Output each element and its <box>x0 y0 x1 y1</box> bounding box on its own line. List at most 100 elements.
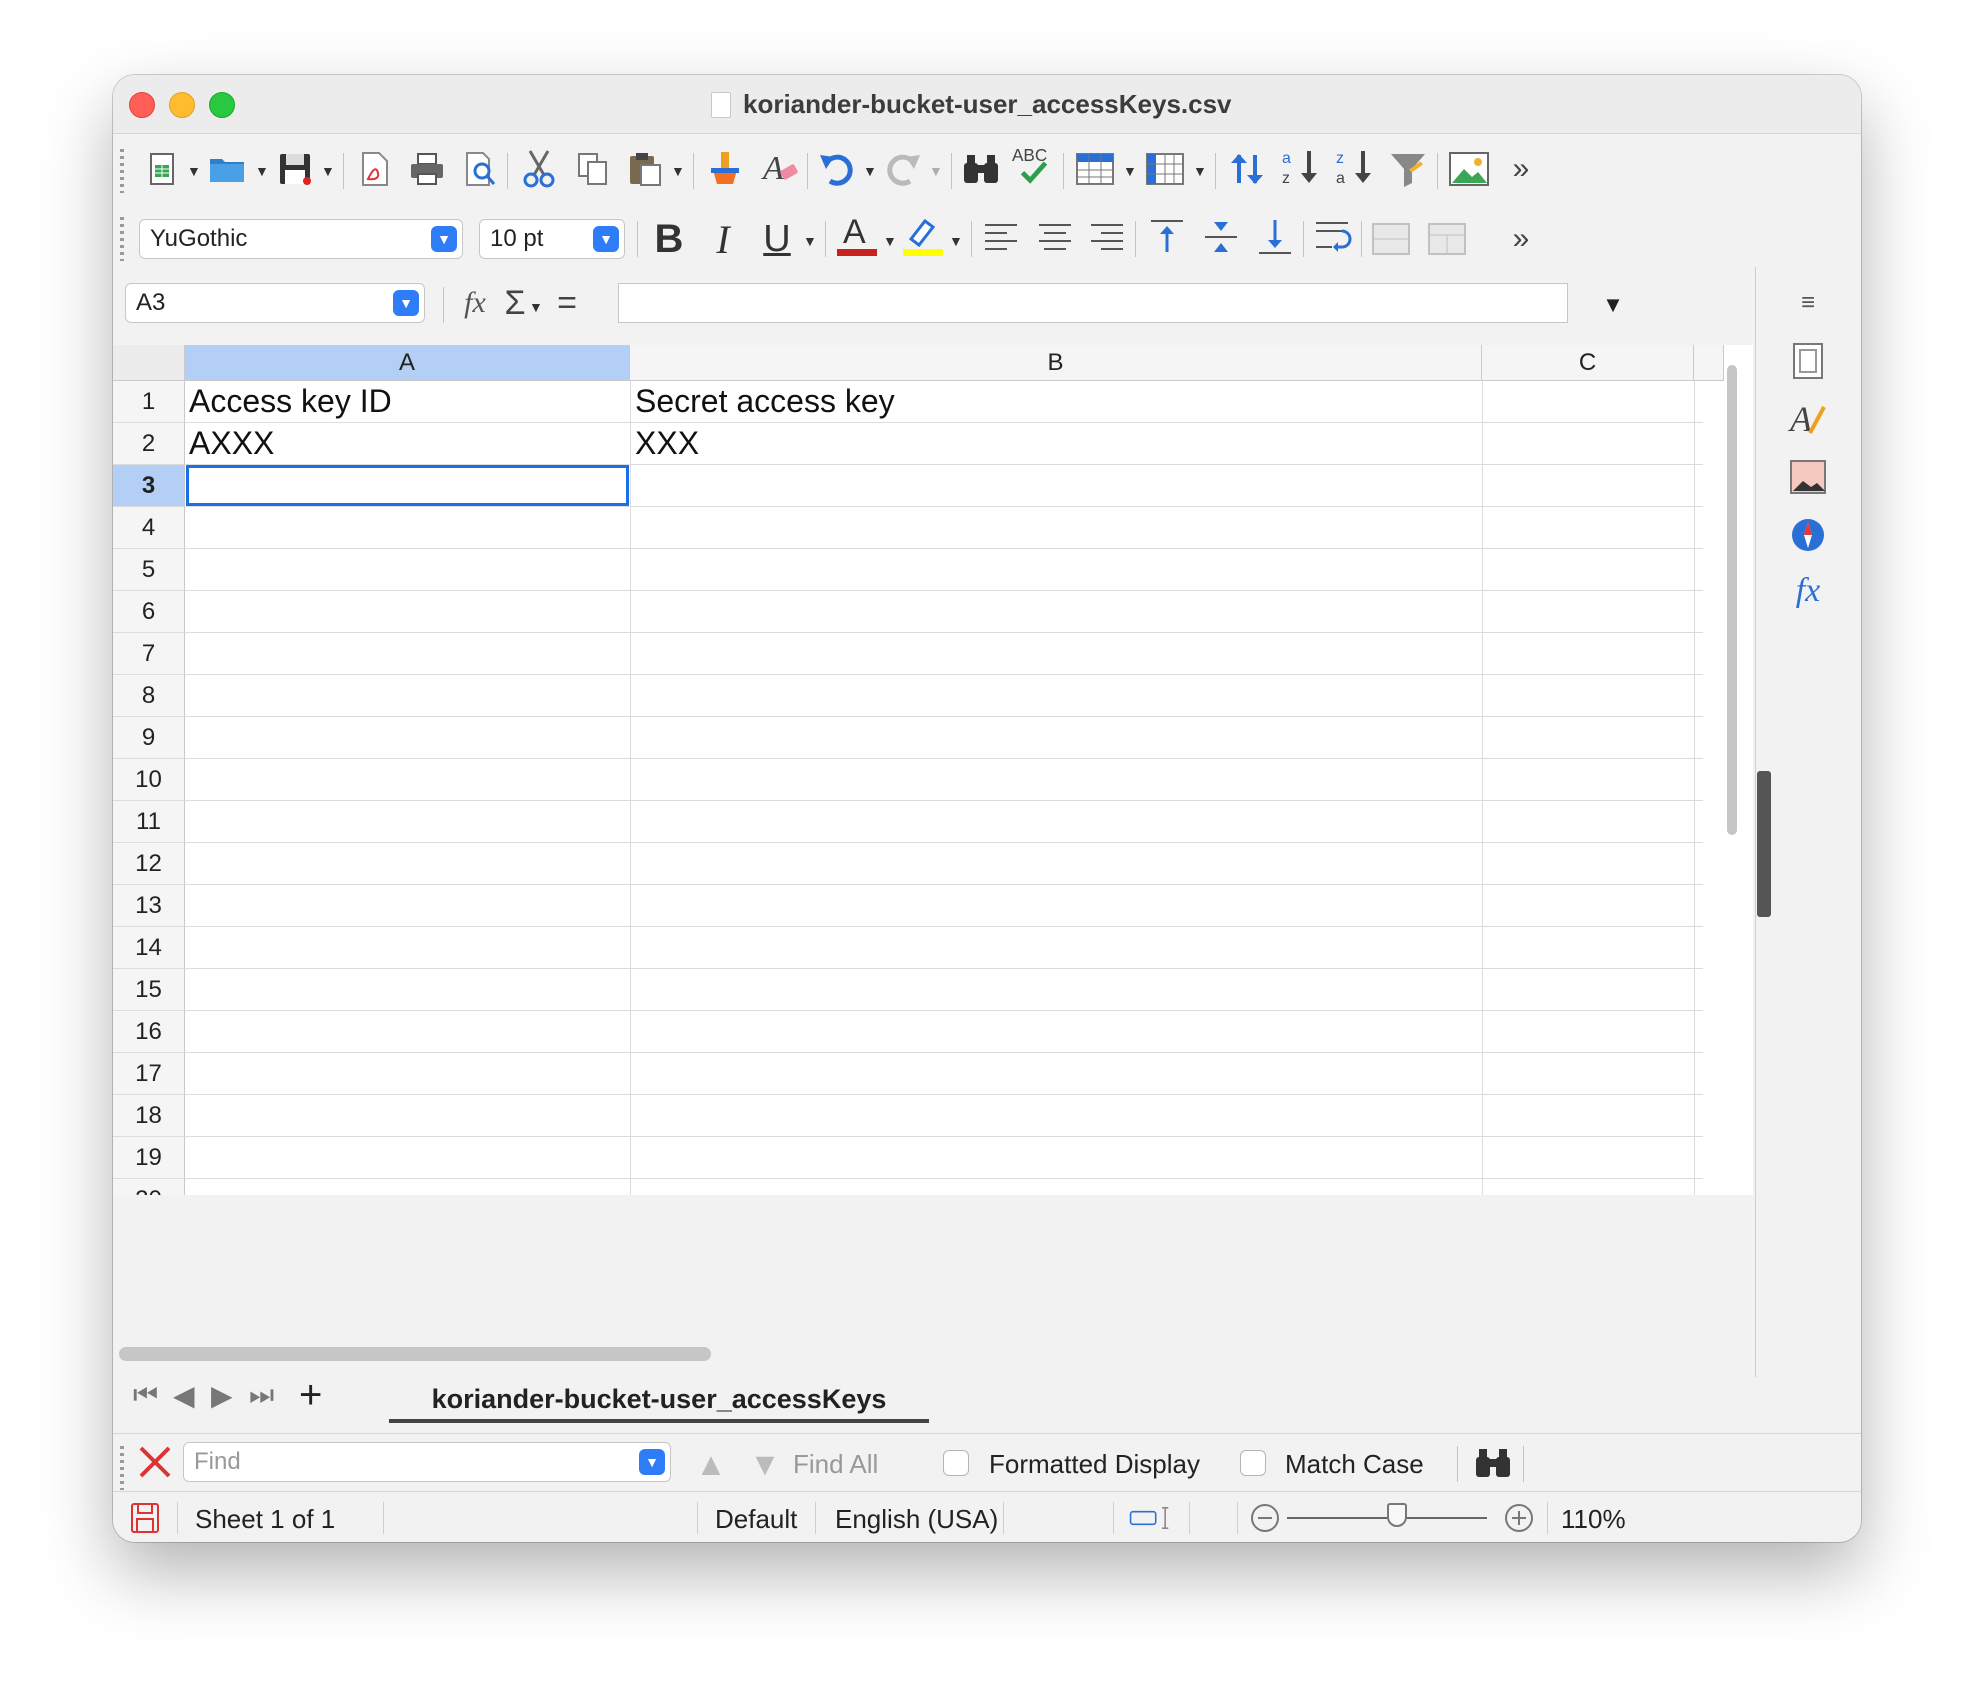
row-header[interactable]: 11 <box>113 801 185 843</box>
row-header[interactable]: 3 <box>113 465 185 507</box>
sum-dropdown-arrow[interactable]: ▼ <box>529 299 543 315</box>
highlight-dropdown-arrow[interactable]: ▼ <box>949 233 963 249</box>
row-header[interactable]: 19 <box>113 1137 185 1179</box>
minimize-window-button[interactable] <box>169 92 195 118</box>
row-header[interactable]: 7 <box>113 633 185 675</box>
name-box[interactable]: A3 ▼ <box>125 283 425 323</box>
last-sheet-icon[interactable]: ⏭ <box>249 1379 274 1412</box>
close-find-icon[interactable] <box>133 1440 177 1484</box>
zoom-slider[interactable] <box>1287 1503 1487 1527</box>
function-wizard-icon[interactable]: fx <box>453 281 497 325</box>
row-header[interactable]: 18 <box>113 1095 185 1137</box>
row-header[interactable]: 1 <box>113 381 185 423</box>
row-header[interactable]: 20 <box>113 1179 185 1195</box>
properties-icon[interactable] <box>1786 339 1830 383</box>
formula-input[interactable] <box>618 283 1568 323</box>
align-left-icon[interactable] <box>979 217 1023 261</box>
select-all-corner[interactable] <box>113 345 185 381</box>
clone-formatting-icon[interactable] <box>703 147 747 191</box>
row-icon[interactable] <box>1073 147 1117 191</box>
language[interactable]: English (USA) <box>835 1504 998 1535</box>
navigator-icon[interactable] <box>1786 513 1830 557</box>
redo-dropdown-arrow[interactable]: ▼ <box>929 163 943 179</box>
formatted-display-checkbox[interactable] <box>943 1450 969 1476</box>
chevron-down-icon[interactable]: ▼ <box>393 290 419 316</box>
save-dropdown-arrow[interactable]: ▼ <box>321 163 335 179</box>
bold-icon[interactable]: B <box>647 217 691 261</box>
row-header[interactable]: 10 <box>113 759 185 801</box>
find-next-icon[interactable]: ▼ <box>743 1442 787 1486</box>
cell-b1[interactable]: Secret access key <box>635 383 895 420</box>
find-replace-dialog-icon[interactable] <box>1471 1440 1515 1484</box>
sort-descending-icon[interactable]: za <box>1333 145 1377 189</box>
align-right-icon[interactable] <box>1085 217 1129 261</box>
merge-cells-icon[interactable] <box>1369 217 1413 261</box>
font-color-icon[interactable]: A <box>835 213 879 257</box>
font-size-box[interactable]: 10 pt ▼ <box>479 219 625 259</box>
chevron-down-icon[interactable]: ▼ <box>431 226 457 252</box>
sidebar-collapse-handle[interactable] <box>1757 771 1771 917</box>
column-icon[interactable] <box>1143 147 1187 191</box>
add-sheet-icon[interactable]: + <box>299 1373 322 1418</box>
first-sheet-icon[interactable]: ⏮ <box>133 1379 158 1412</box>
export-pdf-icon[interactable] <box>353 147 397 191</box>
redo-icon[interactable] <box>881 147 925 191</box>
doc-modified-icon[interactable] <box>123 1496 167 1540</box>
horizontal-scrollbar[interactable] <box>119 1347 711 1361</box>
autofilter-icon[interactable] <box>1387 147 1431 191</box>
page-style[interactable]: Default <box>715 1504 797 1535</box>
more-icon[interactable]: » <box>1499 147 1543 191</box>
more-icon[interactable]: » <box>1499 217 1543 261</box>
close-window-button[interactable] <box>129 92 155 118</box>
find-all-button[interactable]: Find All <box>793 1449 878 1480</box>
sheet-tab-active[interactable]: koriander-bucket-user_accessKeys <box>389 1379 929 1423</box>
undo-icon[interactable] <box>815 147 859 191</box>
font-color-dropdown-arrow[interactable]: ▼ <box>883 233 897 249</box>
sort-ascending-icon[interactable]: az <box>1279 145 1323 189</box>
active-cell-a3[interactable] <box>186 465 629 506</box>
styles-icon[interactable]: A <box>1786 397 1830 441</box>
column-header-a[interactable]: A <box>185 345 630 381</box>
underline-icon[interactable]: U <box>755 217 799 261</box>
paste-icon[interactable] <box>623 147 667 191</box>
save-icon[interactable] <box>273 147 317 191</box>
row-header[interactable]: 12 <box>113 843 185 885</box>
toolbar-grip[interactable] <box>120 1446 124 1490</box>
find-field[interactable]: Find ▼ <box>183 1442 671 1482</box>
toolbar-grip[interactable] <box>120 217 124 261</box>
font-name-box[interactable]: YuGothic ▼ <box>139 219 463 259</box>
zoom-slider-thumb[interactable] <box>1387 1503 1407 1527</box>
match-case-checkbox[interactable] <box>1240 1450 1266 1476</box>
row-header[interactable]: 6 <box>113 591 185 633</box>
column-header-b[interactable]: B <box>630 345 1482 381</box>
find-previous-icon[interactable]: ▲ <box>689 1442 733 1486</box>
chevron-down-icon[interactable]: ▼ <box>639 1449 665 1475</box>
print-preview-icon[interactable] <box>459 147 503 191</box>
new-icon[interactable] <box>143 147 187 191</box>
next-sheet-icon[interactable]: ▶ <box>211 1379 233 1412</box>
column-header-d[interactable] <box>1694 345 1724 381</box>
column-dropdown-arrow[interactable]: ▼ <box>1193 163 1207 179</box>
maximize-window-button[interactable] <box>209 92 235 118</box>
undo-dropdown-arrow[interactable]: ▼ <box>863 163 877 179</box>
row-header[interactable]: 9 <box>113 717 185 759</box>
align-middle-icon[interactable] <box>1199 215 1243 259</box>
find-replace-icon[interactable] <box>959 147 1003 191</box>
align-top-icon[interactable] <box>1145 215 1189 259</box>
align-bottom-icon[interactable] <box>1253 215 1297 259</box>
equals-icon[interactable]: = <box>545 281 589 325</box>
underline-dropdown-arrow[interactable]: ▼ <box>803 233 817 249</box>
open-dropdown-arrow[interactable]: ▼ <box>255 163 269 179</box>
row-header[interactable]: 16 <box>113 1011 185 1053</box>
cut-icon[interactable] <box>517 147 561 191</box>
chevron-down-icon[interactable]: ▼ <box>593 226 619 252</box>
sidebar-menu-icon[interactable]: ≡ <box>1786 281 1830 325</box>
sheet-count[interactable]: Sheet 1 of 1 <box>195 1504 335 1535</box>
align-center-icon[interactable] <box>1033 217 1077 261</box>
selection-mode-icon[interactable] <box>1129 1496 1173 1540</box>
wrap-text-icon[interactable] <box>1311 215 1355 259</box>
row-header[interactable]: 5 <box>113 549 185 591</box>
row-header[interactable]: 2 <box>113 423 185 465</box>
gallery-icon[interactable] <box>1786 455 1830 499</box>
row-header[interactable]: 14 <box>113 927 185 969</box>
